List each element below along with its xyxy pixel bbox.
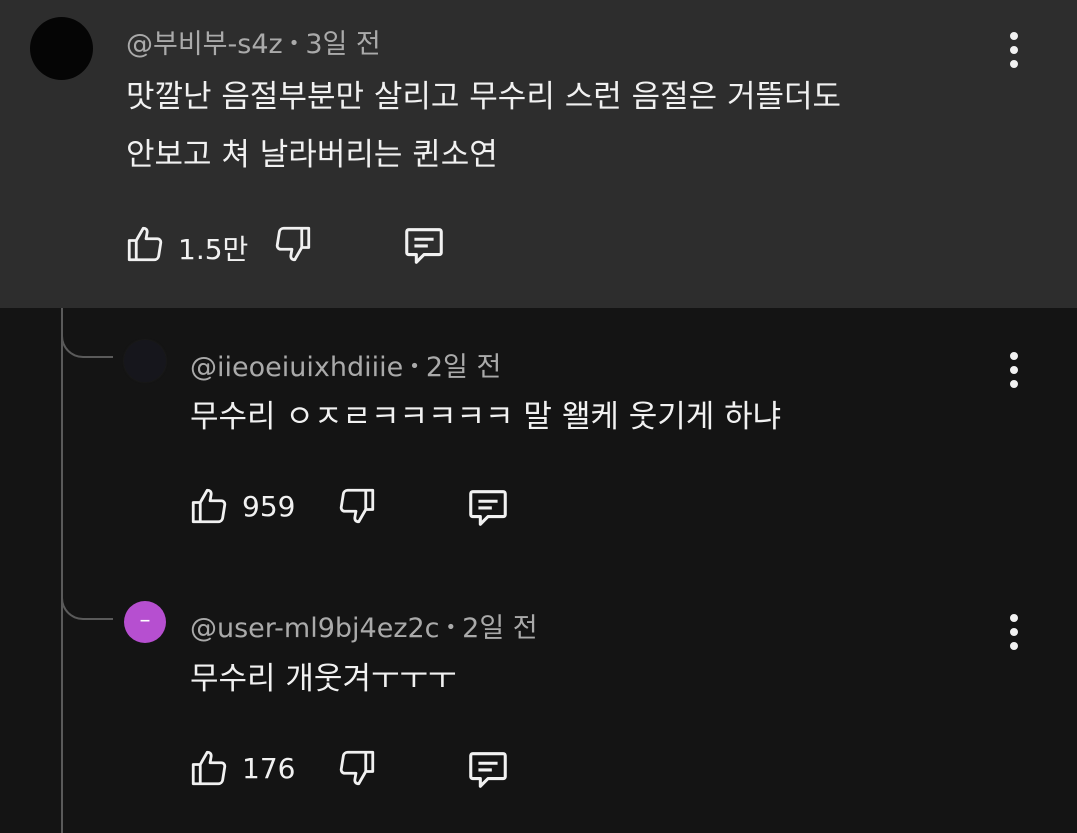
dislike-icon [339, 750, 375, 786]
comment-text-line: 안보고 쳐 날라버리는 퀸소연 [126, 137, 498, 173]
like-icon [191, 750, 227, 786]
reply-comment: – @user-ml9bj4ez2c • 2일 전 무수리 개웃겨ㅜㅜㅜ 176 [0, 570, 1077, 833]
comment-text: 무수리 개웃겨ㅜㅜㅜ [190, 650, 457, 708]
reply-icon [469, 752, 507, 788]
like-button[interactable] [124, 222, 166, 266]
comment-actions: 959 [188, 484, 518, 532]
comment: @부비부-s4z • 3일 전 맛깔난 음절부분만 살리고 무수리 스런 음절은 거… [0, 0, 1077, 308]
like-icon [127, 226, 163, 262]
dislike-button[interactable] [336, 746, 378, 790]
comment-actions: 176 [188, 746, 518, 794]
separator: • [445, 617, 457, 638]
author-name[interactable]: @user-ml9bj4ez2c [190, 613, 440, 644]
reply-comment: @iieoeiuixhdiiie • 2일 전 무수리 ㅇㅈㄹㅋㅋㅋㅋㅋ 말 왤케 … [0, 308, 1077, 570]
comment-text: 맛깔난 음절부분만 살리고 무수리 스런 음절은 거뜰더도 안보고 쳐 날라버리… [126, 68, 841, 184]
author-name[interactable]: @부비부-s4z [126, 29, 283, 60]
like-button[interactable] [188, 746, 230, 790]
comment-meta: @user-ml9bj4ez2c • 2일 전 [190, 606, 538, 645]
more-options-icon[interactable] [1010, 352, 1018, 388]
like-count: 959 [242, 490, 296, 523]
comment-text-line: 무수리 개웃겨ㅜㅜㅜ [190, 661, 457, 697]
dislike-icon [339, 488, 375, 524]
separator: • [288, 33, 300, 54]
dislike-icon [275, 226, 311, 262]
avatar[interactable] [124, 340, 166, 382]
reply-button[interactable] [400, 222, 448, 268]
comment-meta: @부비부-s4z • 3일 전 [126, 22, 381, 61]
like-button[interactable] [188, 484, 230, 528]
reply-button[interactable] [464, 484, 512, 530]
reply-button[interactable] [464, 746, 512, 792]
timestamp: 2일 전 [425, 352, 502, 383]
comment-text-line: 맛깔난 음절부분만 살리고 무수리 스런 음절은 거뜰더도 [126, 79, 842, 115]
separator: • [409, 356, 420, 377]
timestamp: 2일 전 [462, 613, 538, 644]
reply-icon [469, 490, 507, 526]
author-name[interactable]: @iieoeiuixhdiiie [190, 352, 403, 383]
like-icon [191, 488, 227, 524]
avatar[interactable] [30, 17, 93, 80]
like-count: 1.5만 [178, 233, 249, 266]
comment-actions: 1.5만 [124, 222, 454, 270]
comment-meta: @iieoeiuixhdiiie • 2일 전 [190, 345, 501, 384]
reply-icon [405, 228, 443, 264]
like-count: 176 [242, 752, 296, 785]
more-options-icon[interactable] [1010, 32, 1018, 68]
comment-text: 무수리 ㅇㅈㄹㅋㅋㅋㅋㅋ 말 왤케 웃기게 하냐 [190, 388, 781, 446]
timestamp: 3일 전 [305, 29, 381, 60]
dislike-button[interactable] [336, 484, 378, 528]
avatar[interactable]: – [124, 601, 166, 643]
more-options-icon[interactable] [1010, 614, 1018, 650]
dislike-button[interactable] [272, 222, 314, 266]
comment-text-line: 무수리 ㅇㅈㄹㅋㅋㅋㅋㅋ 말 왤케 웃기게 하냐 [190, 399, 782, 435]
